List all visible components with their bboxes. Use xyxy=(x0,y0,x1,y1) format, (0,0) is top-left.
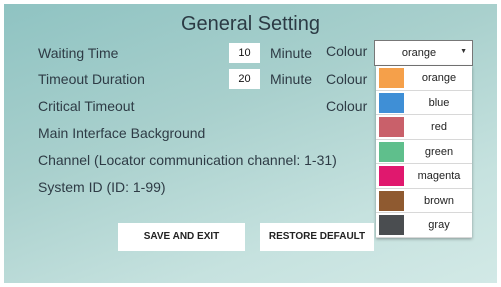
colour-option-label: gray xyxy=(428,219,450,231)
colour-swatch xyxy=(379,190,404,211)
critical-timeout-label: Critical Timeout xyxy=(38,98,135,114)
timeout-duration-input[interactable] xyxy=(229,69,260,89)
save-and-exit-button[interactable]: SAVE AND EXIT xyxy=(118,223,245,251)
waiting-time-colour-label: Colour xyxy=(326,43,368,59)
colour-option-gray[interactable]: gray xyxy=(376,213,472,238)
colour-select[interactable]: orange ▼ xyxy=(374,40,473,66)
colour-option-label: green xyxy=(424,145,454,158)
colour-swatch xyxy=(379,92,404,113)
colour-option-red[interactable]: red xyxy=(376,115,472,140)
page-title: General Setting xyxy=(181,13,320,35)
colour-option-label: magenta xyxy=(417,170,461,182)
colour-option-brown[interactable]: brown xyxy=(376,189,472,213)
chevron-down-icon: ▼ xyxy=(460,48,467,55)
colour-swatch xyxy=(379,68,404,88)
colour-option-label: red xyxy=(431,121,447,133)
colour-option-orange[interactable]: orange xyxy=(376,66,472,91)
colour-option-green[interactable]: green xyxy=(376,140,472,164)
timeout-duration-unit: Minute xyxy=(270,71,313,87)
colour-option-label: orange xyxy=(421,72,457,84)
channel-label: Channel (Locator communication channel: … xyxy=(38,152,337,168)
restore-default-button[interactable]: RESTORE DEFAULT xyxy=(260,223,374,251)
main-interface-background-label: Main Interface Background xyxy=(38,125,206,141)
colour-swatch xyxy=(379,166,404,186)
timeout-duration-label: Timeout Duration xyxy=(38,71,145,87)
settings-screen: General Setting Waiting Time Minute Colo… xyxy=(4,4,497,283)
colour-option-label: blue xyxy=(428,96,450,109)
system-id-label: System ID (ID: 1-99) xyxy=(38,179,166,195)
colour-swatch xyxy=(379,215,404,235)
waiting-time-label: Waiting Time xyxy=(38,45,119,61)
waiting-time-input[interactable] xyxy=(229,43,260,63)
timeout-duration-colour-label: Colour xyxy=(326,71,368,87)
colour-swatch xyxy=(379,141,404,162)
colour-select-value: orange xyxy=(401,47,437,59)
critical-timeout-colour-label: Colour xyxy=(326,98,368,114)
colour-option-magenta[interactable]: magenta xyxy=(376,164,472,189)
waiting-time-unit: Minute xyxy=(270,45,313,61)
colour-option-label: brown xyxy=(424,194,454,207)
colour-dropdown-list: orange blue red green magenta brown gray xyxy=(376,66,472,238)
colour-swatch xyxy=(379,117,404,137)
colour-option-blue[interactable]: blue xyxy=(376,91,472,115)
